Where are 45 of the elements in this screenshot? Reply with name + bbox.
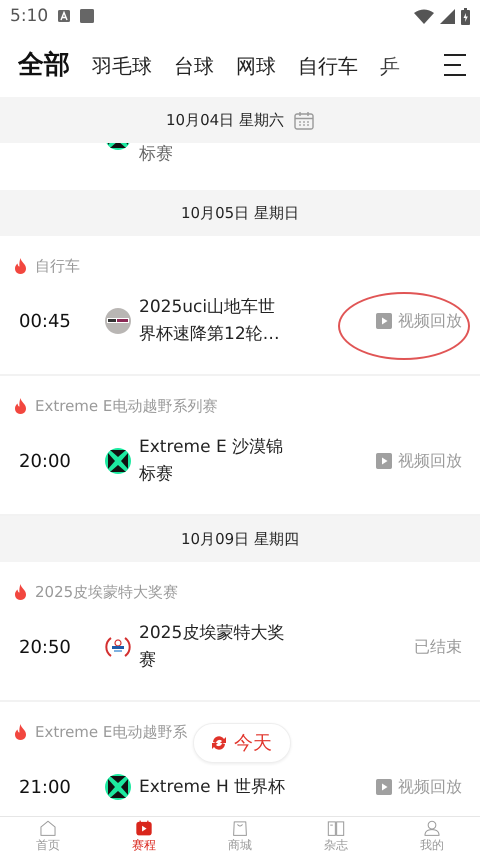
category-label: 2025皮埃蒙特大奖赛 [35, 582, 178, 602]
match-time: 20:50 [18, 636, 72, 658]
flame-icon [14, 398, 27, 414]
notification-icon [58, 10, 70, 22]
match-title[interactable]: 标赛 [139, 143, 173, 165]
play-icon [376, 313, 392, 329]
match-time: 00:45 [18, 310, 72, 332]
match-title[interactable]: Extreme E 沙漠锦标赛 [139, 434, 287, 488]
logo-icon [105, 143, 131, 150]
match-title[interactable]: 2025皮埃蒙特大奖赛 [139, 620, 287, 674]
flame-icon [14, 724, 27, 740]
match-title[interactable]: 2025uci山地车世界杯速降第12轮… [139, 294, 287, 348]
square-icon [80, 9, 94, 23]
logo-icon [105, 448, 131, 474]
date-label: 10月05日 星期日 [181, 204, 299, 222]
category-tab[interactable]: 全部 [18, 47, 70, 82]
battery-icon [461, 8, 470, 24]
category-tab[interactable]: 乒 [380, 53, 400, 80]
today-button[interactable]: 今天 [193, 723, 291, 763]
calendar-icon[interactable] [294, 110, 314, 130]
clock-time: 5:10 [10, 6, 48, 26]
flame-icon [14, 584, 27, 600]
flame-icon [14, 258, 27, 274]
category-tab[interactable]: 羽毛球 [92, 53, 152, 80]
play-icon [376, 779, 392, 795]
category-tab[interactable]: 台球 [174, 53, 214, 80]
category-tab[interactable]: 网球 [236, 53, 276, 80]
match-time: 21:00 [18, 776, 72, 798]
logo-icon [105, 308, 131, 334]
logo-icon [105, 774, 131, 800]
category-label: Extreme E电动越野系 [35, 722, 188, 742]
date-label: 10月09日 星期四 [181, 530, 299, 548]
match-title[interactable]: Extreme H 世界杯 [139, 774, 287, 800]
swap-icon [210, 734, 228, 752]
play-icon [376, 453, 392, 469]
wifi-icon [414, 8, 434, 24]
status-label: 已结束 [414, 636, 462, 658]
category-tab[interactable]: 自行车 [298, 53, 358, 80]
category-label: Extreme E电动越野系列赛 [35, 396, 218, 416]
nav-tab[interactable]: 赛程 [96, 817, 192, 854]
menu-icon[interactable] [442, 52, 468, 76]
date-label: 10月04日 星期六 [166, 110, 284, 130]
category-label: 自行车 [35, 256, 80, 276]
signal-icon [440, 8, 455, 24]
match-time: 20:00 [18, 450, 72, 472]
